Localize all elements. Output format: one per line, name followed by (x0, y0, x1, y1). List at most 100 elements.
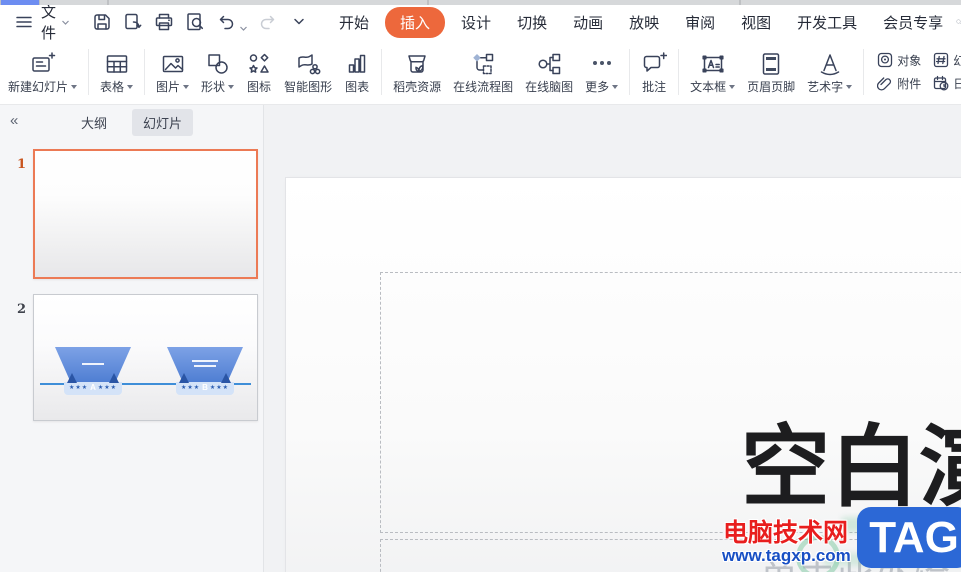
search-input[interactable]: 查找命令、搜索模 (956, 13, 961, 32)
window-top-strip (0, 0, 961, 5)
stars: ★★★ (97, 385, 118, 391)
button-label: 稻壳资源 (393, 79, 442, 94)
datetime-button[interactable]: 日期和 (933, 75, 961, 92)
undo-button[interactable] (215, 11, 248, 33)
button-label: 艺术字 (807, 79, 844, 94)
new-slide-icon (31, 51, 55, 72)
picture-button[interactable]: 图片 (150, 43, 195, 101)
tab-member-exclusive[interactable]: 会员专享 (870, 8, 956, 37)
more-icon (592, 60, 611, 65)
wordart-button[interactable]: 艺术字 (801, 43, 858, 101)
slide-title-text[interactable]: 空白演 (741, 420, 961, 514)
funnel-letter: B (202, 383, 208, 392)
stars: ★★★ (68, 385, 89, 391)
shape-button[interactable]: 形状 (195, 43, 240, 101)
dropdown-caret-icon (228, 84, 235, 89)
print-preview-icon[interactable] (184, 11, 206, 33)
tab-transition[interactable]: 切换 (504, 8, 560, 37)
divider (863, 48, 865, 95)
tab-animation[interactable]: 动画 (560, 8, 616, 37)
online-mindmap-icon (538, 53, 561, 74)
divider (381, 48, 383, 95)
attachment-button[interactable]: 附件 (877, 75, 921, 92)
smart-graphic-button[interactable]: 智能图形 (278, 43, 338, 101)
slide-number-button[interactable]: 幻灯片 (933, 52, 961, 69)
slide-panel-header: « 大纲 幻灯片 (0, 105, 263, 139)
divider (88, 48, 90, 95)
tab-review[interactable]: 审阅 (672, 8, 728, 37)
tab-developer-tools[interactable]: 开发工具 (784, 8, 870, 37)
slide-canvas[interactable]: 空白演 单击此处输入 电脑技术网 www.tagxp.com TAG (264, 105, 961, 572)
docer-resources-icon (408, 54, 426, 73)
icon-library-button[interactable]: 图标 (240, 43, 278, 101)
chart-button[interactable]: 图表 (338, 43, 376, 101)
print-icon[interactable] (153, 11, 175, 33)
dropdown-caret-icon (846, 84, 853, 89)
online-flowchart-icon (473, 53, 494, 74)
button-label: 幻灯片 (953, 53, 961, 68)
button-label: 形状 (201, 79, 226, 94)
textbox-button[interactable]: 文本框 (684, 43, 741, 101)
document-tab-strip (429, 0, 739, 5)
divider (144, 48, 146, 95)
triangle-icon (221, 373, 231, 383)
dropdown-caret-icon (71, 84, 78, 89)
online-flowchart-button[interactable]: 在线流程图 (447, 43, 519, 101)
shape-icon (207, 53, 228, 74)
file-menu-label: 文件 (41, 4, 57, 42)
comment-button[interactable]: 批注 (635, 43, 673, 101)
picture-icon (162, 55, 183, 72)
new-slide-button[interactable]: 新建幻灯片 (2, 43, 83, 101)
button-label: 在线流程图 (453, 79, 514, 94)
dropdown-caret-icon (127, 84, 134, 89)
header-footer-button[interactable]: 页眉页脚 (741, 43, 801, 101)
object-button[interactable]: 对象 (877, 52, 921, 69)
button-label: 日期和 (953, 76, 961, 91)
stars: ★★★ (180, 385, 201, 391)
table-icon (106, 54, 127, 73)
slide-1-thumbnail[interactable] (33, 149, 258, 279)
export-icon[interactable] (122, 11, 144, 33)
tab-insert[interactable]: 插入 (385, 6, 446, 38)
attachment-icon (877, 77, 892, 91)
button-label: 对象 (897, 53, 922, 68)
tab-outline[interactable]: 大纲 (70, 109, 118, 136)
document-tab-strip (741, 0, 961, 5)
funnel-letter: A (90, 383, 96, 392)
divider (678, 48, 680, 95)
tab-slideshow[interactable]: 放映 (616, 8, 672, 37)
table-button[interactable]: 表格 (94, 43, 139, 101)
button-label: 在线脑图 (525, 79, 574, 94)
docer-resources-button[interactable]: 稻壳资源 (387, 43, 447, 101)
funnel-graphic-b: ★★★ B ★★★ (167, 347, 243, 395)
button-label: 智能图形 (284, 79, 333, 94)
customize-toolbar-icon[interactable] (288, 11, 310, 33)
undo-caret-icon[interactable] (239, 24, 248, 33)
watermark-site-url: www.tagxp.com (722, 546, 851, 565)
icon-library-icon (249, 53, 269, 73)
file-menu[interactable]: 文件 (41, 1, 70, 43)
more-button[interactable]: 更多 (579, 43, 624, 101)
save-icon[interactable] (91, 11, 113, 33)
tab-design[interactable]: 设计 (448, 8, 504, 37)
online-mindmap-button[interactable]: 在线脑图 (519, 43, 579, 101)
tab-slides[interactable]: 幻灯片 (132, 108, 194, 136)
slide-2-thumbnail[interactable]: ★★★ A ★★★ ★★★ B ★★★ (33, 294, 258, 421)
collapse-panel-icon[interactable]: « (10, 112, 18, 129)
dropdown-caret-icon (612, 84, 619, 89)
funnel-text-line (194, 365, 216, 367)
hamburger-menu-icon[interactable] (13, 11, 35, 33)
tab-view[interactable]: 视图 (728, 8, 784, 37)
document-tab-strip (109, 0, 427, 5)
textbox-icon (702, 54, 724, 73)
dropdown-caret-icon (729, 84, 736, 89)
header-footer-icon (762, 52, 780, 75)
triangle-icon (67, 373, 77, 383)
button-label: 批注 (642, 79, 667, 94)
wordart-icon (820, 53, 839, 75)
button-label: 新建幻灯片 (8, 79, 69, 94)
tab-home[interactable]: 开始 (326, 8, 382, 37)
funnel-label: ★★★ A ★★★ (63, 382, 123, 395)
undo-icon (215, 11, 237, 33)
button-label: 更多 (585, 79, 610, 94)
